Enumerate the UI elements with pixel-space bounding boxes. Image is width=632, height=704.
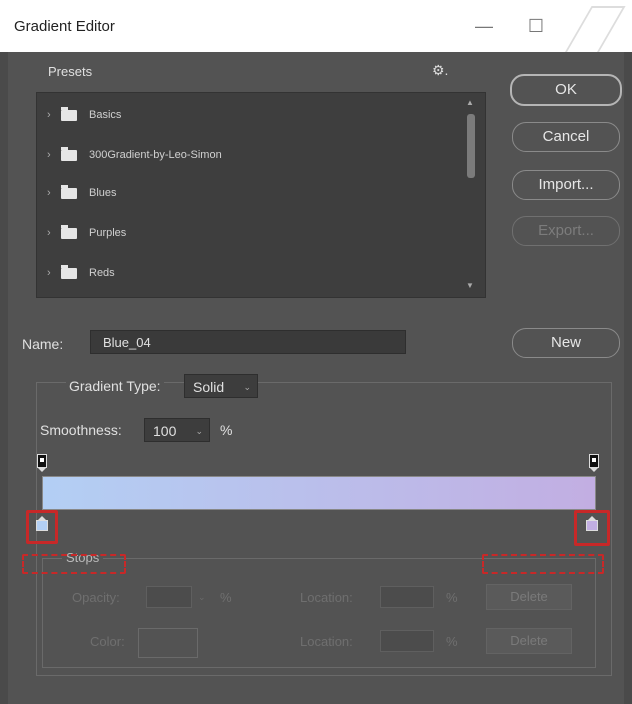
opacity-location-input[interactable]: [380, 586, 434, 608]
opacity-stop-tip: [590, 468, 598, 472]
folder-icon: [61, 106, 77, 121]
gradient-preview-bar[interactable]: [42, 476, 596, 510]
opacity-stop-right[interactable]: [589, 454, 599, 472]
smoothness-select[interactable]: 100 ⌄: [144, 418, 210, 442]
color-label: Color:: [90, 634, 125, 649]
scroll-up-arrow-icon[interactable]: ▲: [466, 98, 474, 107]
title-bar: Gradient Editor — ☐ ✕: [0, 0, 632, 52]
smoothness-unit: %: [220, 422, 233, 438]
preset-scrollbar[interactable]: ▲ ▼: [464, 96, 478, 292]
folder-icon: [61, 224, 77, 239]
folder-icon: [61, 146, 77, 161]
chevron-down-icon: ⌄: [195, 426, 203, 436]
color-stop-body: [586, 520, 598, 531]
preset-folder-label: Reds: [89, 267, 115, 279]
preset-folder-label: Basics: [89, 109, 122, 121]
ok-button[interactable]: OK: [510, 74, 622, 106]
gear-icon[interactable]: ⚙.: [432, 62, 448, 79]
maximize-button[interactable]: ☐: [520, 12, 552, 40]
preset-list[interactable]: › Basics › 300Gradient-by-Leo-Simon › Bl…: [36, 92, 486, 298]
minimize-button[interactable]: —: [468, 12, 500, 40]
preset-folder-300gradient[interactable]: › 300Gradient-by-Leo-Simon: [47, 145, 222, 165]
gradient-type-select[interactable]: Solid ⌄: [184, 374, 258, 398]
smoothness-value: 100: [153, 423, 177, 439]
chevron-right-icon[interactable]: ›: [47, 109, 61, 121]
preset-folder-basics[interactable]: › Basics: [47, 105, 121, 125]
opacity-stop-cap: [589, 454, 599, 468]
preset-folder-purples[interactable]: › Purples: [47, 223, 126, 243]
folder-icon: [61, 264, 77, 279]
scroll-thumb[interactable]: [467, 114, 475, 178]
opacity-label: Opacity:: [72, 590, 120, 605]
opacity-location-label: Location:: [300, 590, 353, 605]
color-stop-right[interactable]: [586, 516, 598, 531]
smoothness-label: Smoothness:: [40, 422, 122, 438]
right-dashed-highlight: [482, 554, 604, 574]
preset-folder-label: Blues: [89, 187, 117, 199]
name-input[interactable]: Blue_04: [90, 330, 406, 354]
color-swatch[interactable]: [138, 628, 198, 658]
gradient-type-label: Gradient Type:: [66, 378, 164, 394]
color-location-unit: %: [446, 634, 458, 649]
preset-folder-label: Purples: [89, 227, 127, 239]
chevron-right-icon[interactable]: ›: [47, 149, 61, 161]
opacity-stop-tip: [38, 468, 46, 472]
opacity-location-unit: %: [446, 590, 458, 605]
opacity-stop-left[interactable]: [37, 454, 47, 472]
cancel-button[interactable]: Cancel: [512, 122, 620, 152]
opacity-unit: %: [220, 590, 232, 605]
chevron-right-icon[interactable]: ›: [47, 187, 61, 199]
opacity-input[interactable]: [146, 586, 192, 608]
color-location-input[interactable]: [380, 630, 434, 652]
color-location-label: Location:: [300, 634, 353, 649]
chevron-down-icon: ⌄: [243, 382, 251, 392]
chevron-right-icon[interactable]: ›: [47, 227, 61, 239]
preset-folder-label: 300Gradient-by-Leo-Simon: [89, 149, 222, 161]
window-title: Gradient Editor: [14, 18, 115, 35]
opacity-stop-cap: [37, 454, 47, 468]
gradient-type-value: Solid: [193, 379, 225, 395]
chevron-down-icon[interactable]: ⌄: [198, 592, 206, 603]
import-button[interactable]: Import...: [512, 170, 620, 200]
folder-icon: [61, 184, 77, 199]
opacity-delete-button[interactable]: Delete: [486, 584, 572, 610]
color-stop-left[interactable]: [36, 516, 48, 531]
new-button[interactable]: New: [512, 328, 620, 358]
chevron-right-icon[interactable]: ›: [47, 267, 61, 279]
color-stop-body: [36, 520, 48, 531]
scroll-down-arrow-icon[interactable]: ▼: [466, 281, 474, 290]
name-label: Name:: [22, 336, 64, 352]
preset-folder-blues[interactable]: › Blues: [47, 183, 117, 203]
preset-folder-reds[interactable]: › Reds: [47, 263, 115, 283]
stops-legend-highlight: [22, 554, 126, 574]
color-delete-button[interactable]: Delete: [486, 628, 572, 654]
export-button[interactable]: Export...: [512, 216, 620, 246]
presets-label: Presets: [48, 64, 93, 79]
